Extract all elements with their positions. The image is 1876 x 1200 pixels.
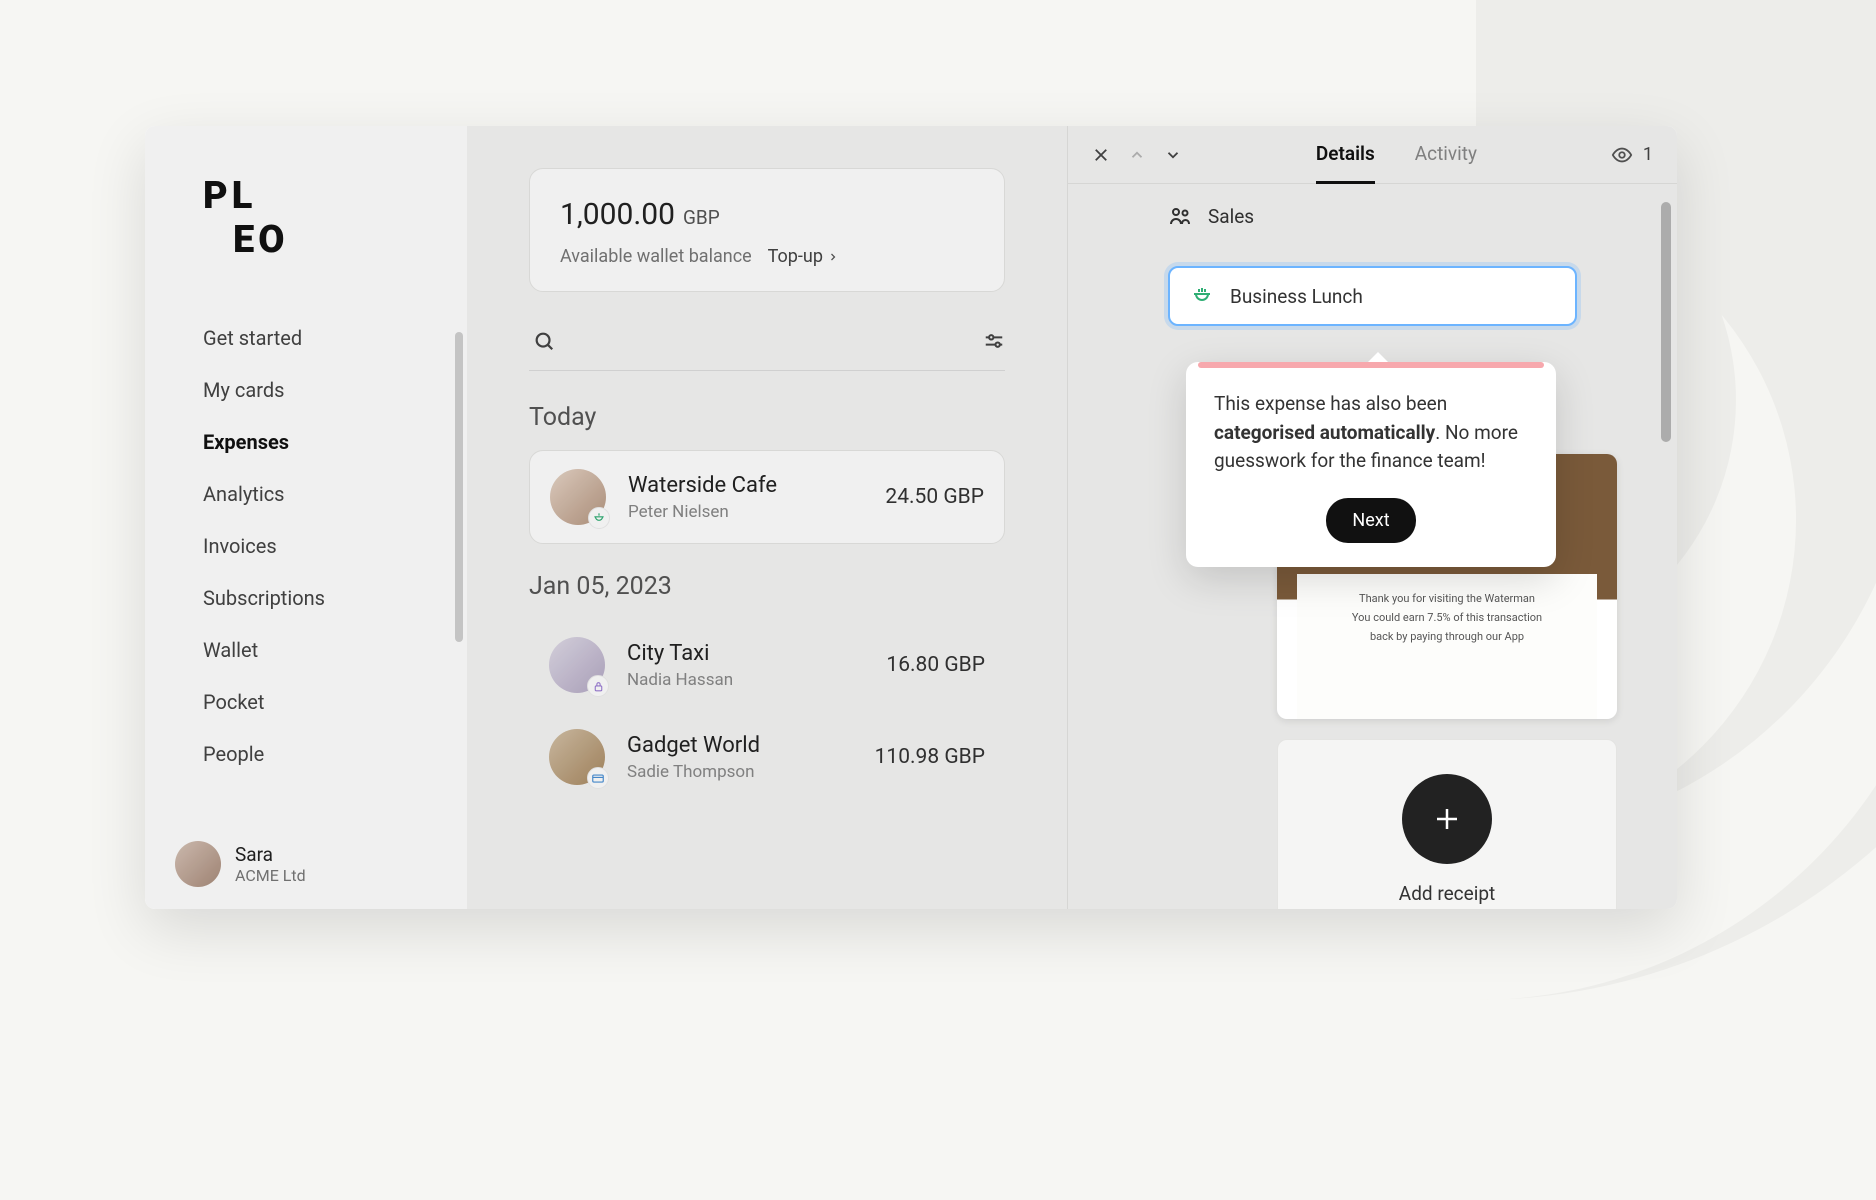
sidebar-user[interactable]: Sara ACME Ltd <box>145 819 467 909</box>
expense-user: Nadia Hassan <box>627 670 864 690</box>
onboarding-tooltip: This expense has also been categorised a… <box>1186 362 1556 567</box>
watchers-count: 1 <box>1643 144 1653 165</box>
sidebar-item-invoices[interactable]: Invoices <box>203 520 467 572</box>
expense-merchant: Gadget World <box>627 733 853 758</box>
add-receipt-button[interactable] <box>1402 774 1492 864</box>
user-name: Sara <box>235 843 306 866</box>
brand-logo: PL EO <box>203 174 303 268</box>
department-row[interactable]: Sales <box>1168 204 1577 228</box>
lock-badge-icon <box>587 675 609 697</box>
card-badge-icon <box>587 767 609 789</box>
detail-header: Details Activity 1 <box>1068 126 1677 184</box>
search-icon[interactable] <box>533 330 555 352</box>
team-icon <box>1168 204 1192 228</box>
expense-merchant: City Taxi <box>627 641 864 666</box>
plus-icon <box>1432 804 1462 834</box>
topup-label: Top-up <box>768 246 823 267</box>
sidebar-item-analytics[interactable]: Analytics <box>203 468 467 520</box>
tooltip-accent <box>1198 362 1544 368</box>
wallet-balance-card: 1,000.00 GBP Available wallet balance To… <box>529 168 1005 292</box>
expense-detail-panel: Details Activity 1 Sales Bu <box>1067 126 1677 909</box>
expense-user: Peter Nielsen <box>628 502 863 522</box>
watchers-icon[interactable] <box>1611 144 1633 166</box>
detail-body: Sales Business Lunch This expense has al… <box>1068 184 1677 909</box>
expense-row[interactable]: Waterside Cafe Peter Nielsen 24.50 GBP <box>529 450 1005 544</box>
svg-text:EO: EO <box>233 218 289 262</box>
add-receipt-card[interactable]: Add receipt <box>1277 739 1617 909</box>
wallet-currency: GBP <box>683 206 720 229</box>
tooltip-next-button[interactable]: Next <box>1326 498 1415 543</box>
svg-text:PL: PL <box>203 174 256 218</box>
expense-row[interactable]: City Taxi Nadia Hassan 16.80 GBP <box>529 619 1005 711</box>
receipt-paper: Thank you for visiting the Waterman You … <box>1297 574 1597 719</box>
sidebar-item-my-cards[interactable]: My cards <box>203 364 467 416</box>
close-icon[interactable] <box>1092 146 1110 164</box>
chevron-right-icon <box>827 251 839 263</box>
tab-activity[interactable]: Activity <box>1415 142 1477 184</box>
sidebar-scrollbar[interactable] <box>455 332 463 642</box>
topup-link[interactable]: Top-up <box>768 246 839 267</box>
filter-icon[interactable] <box>983 330 1005 352</box>
expense-user: Sadie Thompson <box>627 762 853 782</box>
expense-amount: 16.80 GBP <box>886 653 985 677</box>
sidebar-item-get-started[interactable]: Get started <box>203 312 467 364</box>
expense-row[interactable]: Gadget World Sadie Thompson 110.98 GBP <box>529 711 1005 803</box>
expense-user-avatar <box>550 469 606 525</box>
sidebar: PL EO Get started My cards Expenses Anal… <box>145 126 467 909</box>
app-window: PL EO Get started My cards Expenses Anal… <box>145 126 1677 909</box>
sidebar-item-pocket[interactable]: Pocket <box>203 676 467 728</box>
expense-merchant: Waterside Cafe <box>628 473 863 498</box>
meal-badge-icon <box>588 507 610 529</box>
wallet-balance-label: Available wallet balance <box>560 246 752 267</box>
sidebar-item-people[interactable]: People <box>203 728 467 780</box>
detail-scrollbar[interactable] <box>1661 202 1671 442</box>
user-avatar <box>175 841 221 887</box>
expense-amount: 110.98 GBP <box>875 745 985 769</box>
date-header: Jan 05, 2023 <box>529 572 1005 601</box>
chevron-down-icon[interactable] <box>1164 146 1182 164</box>
category-label: Business Lunch <box>1230 285 1363 308</box>
expense-user-avatar <box>549 637 605 693</box>
sidebar-nav: Get started My cards Expenses Analytics … <box>145 312 467 780</box>
add-receipt-label: Add receipt <box>1399 882 1495 905</box>
sidebar-item-subscriptions[interactable]: Subscriptions <box>203 572 467 624</box>
expense-amount: 24.50 GBP <box>885 485 984 509</box>
expense-user-avatar <box>549 729 605 785</box>
chevron-up-icon[interactable] <box>1128 146 1146 164</box>
wallet-amount: 1,000.00 <box>560 197 675 232</box>
user-org: ACME Ltd <box>235 866 306 885</box>
expenses-main: 1,000.00 GBP Available wallet balance To… <box>467 126 1067 909</box>
sidebar-item-wallet[interactable]: Wallet <box>203 624 467 676</box>
meal-category-icon <box>1190 284 1214 308</box>
tab-details[interactable]: Details <box>1316 142 1375 184</box>
sidebar-item-expenses[interactable]: Expenses <box>203 416 467 468</box>
category-field[interactable]: Business Lunch <box>1168 266 1577 326</box>
expense-search-bar <box>529 312 1005 371</box>
department-name: Sales <box>1208 205 1254 228</box>
date-header: Today <box>529 403 1005 432</box>
tooltip-text: This expense has also been categorised a… <box>1214 390 1528 476</box>
